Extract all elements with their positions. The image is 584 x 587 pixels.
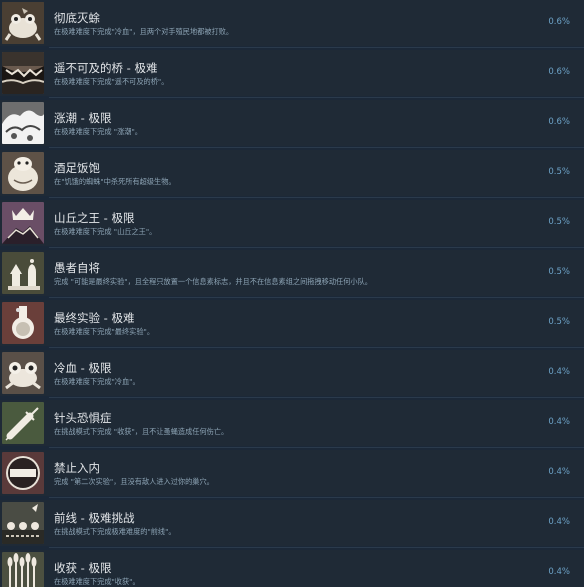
achievement-title: 禁止入内: [54, 461, 100, 475]
achievement-description: 在极难难度下完成 "山丘之王"。: [54, 227, 157, 236]
achievement-description: 完成 "可能是最终实验"，且全程只放置一个信息素标志，并且不在信息素组之间拖拽移…: [54, 277, 372, 286]
frog-rider-icon: [2, 2, 44, 44]
unlock-percentage: 0.5%: [548, 317, 570, 327]
achievement-title: 冷血 - 极限: [54, 361, 112, 375]
unlock-percentage: 0.4%: [548, 367, 570, 377]
tidal-wave-icon: [2, 102, 44, 144]
unlock-percentage: 0.5%: [548, 267, 570, 277]
achievement-row[interactable]: 禁止入内 完成 "第二次实验"，且没有敌人进入过你的巢穴。 0.4%: [0, 450, 584, 498]
crown-hill-icon: [2, 202, 44, 244]
achievement-title: 彻底灭蜍: [54, 11, 100, 25]
achievement-description: 在极难难度下完成"冷血"。: [54, 377, 140, 386]
unlock-percentage: 0.4%: [548, 417, 570, 427]
achievement-row[interactable]: 愚者自将 完成 "可能是最终实验"，且全程只放置一个信息素标志，并且不在信息素组…: [0, 250, 584, 298]
fat-creature-icon: [2, 152, 44, 194]
unlock-percentage: 0.6%: [548, 17, 570, 27]
achievement-row[interactable]: 前线 - 极难挑战 在挑战模式下完成极难难度的"前线"。 0.4%: [0, 500, 584, 548]
flask-icon: [2, 302, 44, 344]
achievement-description: 在挑战模式下完成 "收获"，且不让蚤蝇造成任何伤亡。: [54, 427, 229, 436]
achievement-list: 彻底灭蜍 在极难难度下完成"冷血"，且两个对手殖民地都被打败。 0.6% 遥不可…: [0, 0, 584, 587]
unlock-percentage: 0.6%: [548, 67, 570, 77]
achievement-row[interactable]: 最终实验 - 极难 在极难难度下完成"最终实验"。 0.5%: [0, 300, 584, 348]
syringe-icon: [2, 402, 44, 444]
front-line-icon: [2, 502, 44, 544]
frog-icon: [2, 352, 44, 394]
unlock-percentage: 0.5%: [548, 167, 570, 177]
achievement-row[interactable]: 收获 - 极限 在极难难度下完成"收获"。 0.4%: [0, 550, 584, 587]
achievement-row[interactable]: 涨潮 - 极限 在极难难度下完成 "涨潮"。 0.6%: [0, 100, 584, 148]
unlock-percentage: 0.4%: [548, 467, 570, 477]
achievement-description: 在极难难度下完成"最终实验"。: [54, 327, 155, 336]
achievement-title: 前线 - 极难挑战: [54, 511, 135, 525]
achievement-title: 涨潮 - 极限: [54, 111, 112, 125]
achievement-title: 针头恐惧症: [54, 411, 112, 425]
unlock-percentage: 0.4%: [548, 567, 570, 577]
achievement-row[interactable]: 山丘之王 - 极限 在极难难度下完成 "山丘之王"。 0.5%: [0, 200, 584, 248]
achievement-title: 收获 - 极限: [54, 561, 112, 575]
achievement-title: 山丘之王 - 极限: [54, 211, 135, 225]
achievement-description: 在挑战模式下完成极难难度的"前线"。: [54, 527, 176, 536]
achievement-title: 愚者自将: [54, 261, 100, 275]
achievement-title: 遥不可及的桥 - 极难: [54, 61, 158, 75]
achievement-row[interactable]: 彻底灭蜍 在极难难度下完成"冷血"，且两个对手殖民地都被打败。 0.6%: [0, 0, 584, 48]
achievement-title: 酒足饭饱: [54, 161, 100, 175]
broken-bridge-icon: [2, 52, 44, 94]
wheat-harvest-icon: [2, 552, 44, 587]
unlock-percentage: 0.4%: [548, 517, 570, 527]
achievement-title: 最终实验 - 极难: [54, 311, 135, 325]
achievement-row[interactable]: 遥不可及的桥 - 极难 在极难难度下完成"遥不可及的桥"。 0.6%: [0, 50, 584, 98]
no-entry-icon: [2, 452, 44, 494]
achievement-description: 在极难难度下完成"收获"。: [54, 577, 140, 586]
chess-pieces-icon: [2, 252, 44, 294]
achievement-description: 在"饥饿的蜘蛛"中杀死所有超级生物。: [54, 177, 176, 186]
achievement-description: 在极难难度下完成 "涨潮"。: [54, 127, 142, 136]
achievement-description: 完成 "第二次实验"，且没有敌人进入过你的巢穴。: [54, 477, 214, 486]
achievement-description: 在极难难度下完成"遥不可及的桥"。: [54, 77, 169, 86]
achievement-description: 在极难难度下完成"冷血"，且两个对手殖民地都被打败。: [54, 27, 234, 36]
unlock-percentage: 0.5%: [548, 217, 570, 227]
achievement-row[interactable]: 针头恐惧症 在挑战模式下完成 "收获"，且不让蚤蝇造成任何伤亡。 0.4%: [0, 400, 584, 448]
unlock-percentage: 0.6%: [548, 117, 570, 127]
achievement-row[interactable]: 酒足饭饱 在"饥饿的蜘蛛"中杀死所有超级生物。 0.5%: [0, 150, 584, 198]
achievement-row[interactable]: 冷血 - 极限 在极难难度下完成"冷血"。 0.4%: [0, 350, 584, 398]
